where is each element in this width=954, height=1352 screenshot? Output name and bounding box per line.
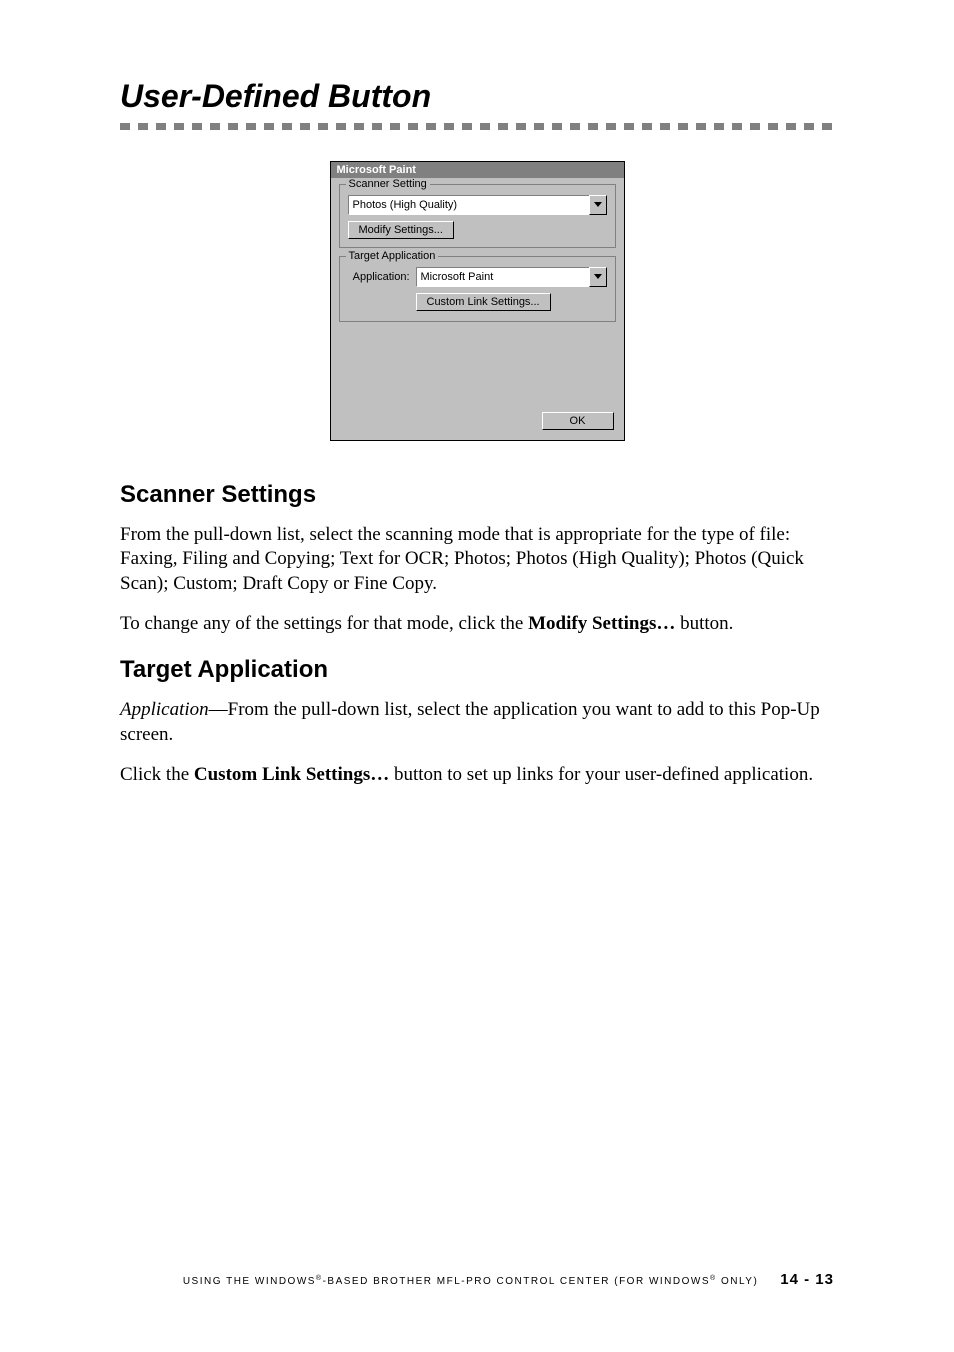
application-value: Microsoft Paint — [416, 267, 589, 287]
modify-settings-button[interactable]: Modify Settings... — [348, 221, 454, 239]
scanner-setting-legend: Scanner Setting — [346, 178, 430, 190]
registered-icon: ® — [710, 1275, 717, 1282]
text-bold: Modify Settings… — [528, 613, 675, 634]
text: -BASED BROTHER MFL-PRO CONTROL CENTER (F… — [323, 1276, 710, 1287]
text: Click the — [120, 764, 194, 785]
target-application-legend: Target Application — [346, 250, 439, 262]
text-italic: Application — [120, 699, 209, 720]
section-title: User-Defined Button — [120, 78, 834, 115]
dialog-figure: Microsoft Paint Scanner Setting Photos (… — [120, 161, 834, 441]
para-target-app-1: Application—From the pull-down list, sel… — [120, 698, 834, 747]
dialog-titlebar: Microsoft Paint — [331, 162, 624, 178]
page: User-Defined Button Microsoft Paint Scan… — [0, 0, 954, 1352]
dialog-empty-area — [339, 330, 616, 408]
registered-icon: ® — [316, 1275, 323, 1282]
para-scanner-settings-2: To change any of the settings for that m… — [120, 612, 834, 636]
scanner-setting-group: Scanner Setting Photos (High Quality) Mo… — [339, 184, 616, 248]
dialog-body: Scanner Setting Photos (High Quality) Mo… — [331, 178, 624, 440]
custom-link-settings-button[interactable]: Custom Link Settings... — [416, 293, 551, 311]
chevron-down-icon[interactable] — [589, 195, 607, 215]
para-scanner-settings-1: From the pull-down list, select the scan… — [120, 523, 834, 596]
text: To change any of the settings for that m… — [120, 613, 528, 634]
subheading-target-application: Target Application — [120, 652, 834, 684]
text: button to set up links for your user-def… — [389, 764, 813, 785]
scanner-mode-value: Photos (High Quality) — [348, 195, 589, 215]
text: USING THE WINDOWS — [183, 1276, 316, 1287]
subheading-scanner-settings: Scanner Settings — [120, 477, 834, 509]
target-application-group: Target Application Application: Microsof… — [339, 256, 616, 322]
scanner-mode-select[interactable]: Photos (High Quality) — [348, 195, 607, 215]
dialog-window: Microsoft Paint Scanner Setting Photos (… — [330, 161, 625, 441]
text: ONLY) — [717, 1276, 759, 1287]
para-target-app-2: Click the Custom Link Settings… button t… — [120, 763, 834, 787]
application-select[interactable]: Microsoft Paint — [416, 267, 607, 287]
text-bold: Custom Link Settings… — [194, 764, 389, 785]
text: —From the pull-down list, select the app… — [120, 699, 820, 744]
text: button. — [675, 613, 733, 634]
section-divider — [120, 121, 834, 131]
application-label: Application: — [348, 271, 410, 283]
page-footer: USING THE WINDOWS®-BASED BROTHER MFL-PRO… — [120, 1271, 834, 1288]
footer-text: USING THE WINDOWS®-BASED BROTHER MFL-PRO… — [183, 1276, 758, 1287]
ok-button[interactable]: OK — [542, 412, 614, 430]
page-number: 14 - 13 — [780, 1271, 834, 1288]
chevron-down-icon[interactable] — [589, 267, 607, 287]
